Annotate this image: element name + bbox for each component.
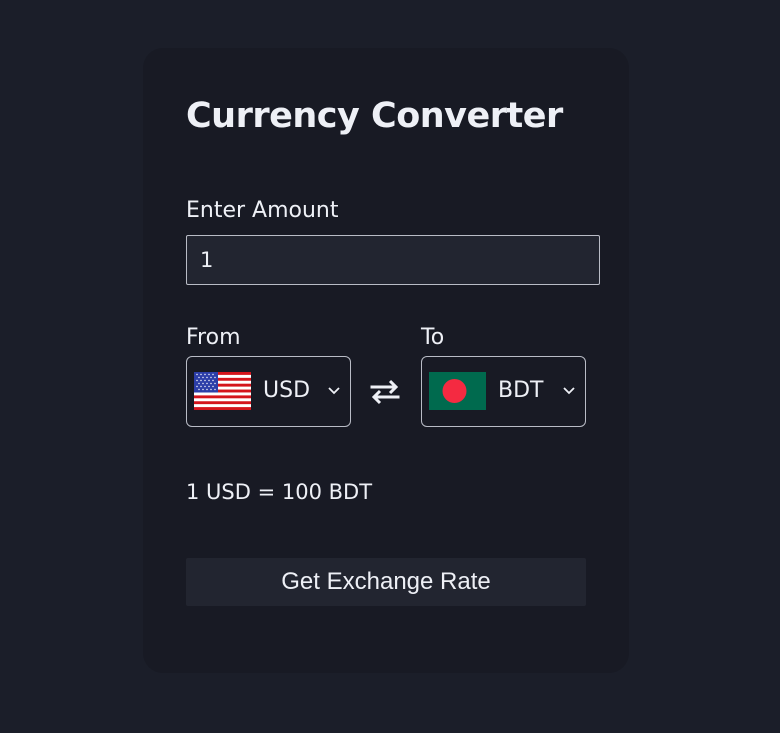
to-currency-select[interactable]: BDT: [421, 356, 586, 427]
amount-label: Enter Amount: [186, 198, 339, 223]
swap-arrows-icon[interactable]: [369, 376, 401, 408]
amount-input[interactable]: [186, 235, 600, 285]
page-title: Currency Converter: [186, 96, 563, 136]
us-flag-icon: [194, 372, 251, 410]
from-label: From: [186, 325, 241, 350]
to-currency-code: BDT: [498, 378, 544, 403]
bd-flag-icon: [429, 372, 486, 410]
from-currency-select[interactable]: USD: [186, 356, 351, 427]
get-exchange-rate-button[interactable]: Get Exchange Rate: [186, 558, 586, 606]
chevron-down-icon: [563, 387, 575, 395]
to-label: To: [421, 325, 445, 350]
from-currency-code: USD: [263, 378, 311, 403]
exchange-rate-text: 1 USD = 100 BDT: [186, 480, 373, 504]
converter-card: Currency Converter Enter Amount From To: [143, 48, 629, 673]
chevron-down-icon: [328, 387, 340, 395]
